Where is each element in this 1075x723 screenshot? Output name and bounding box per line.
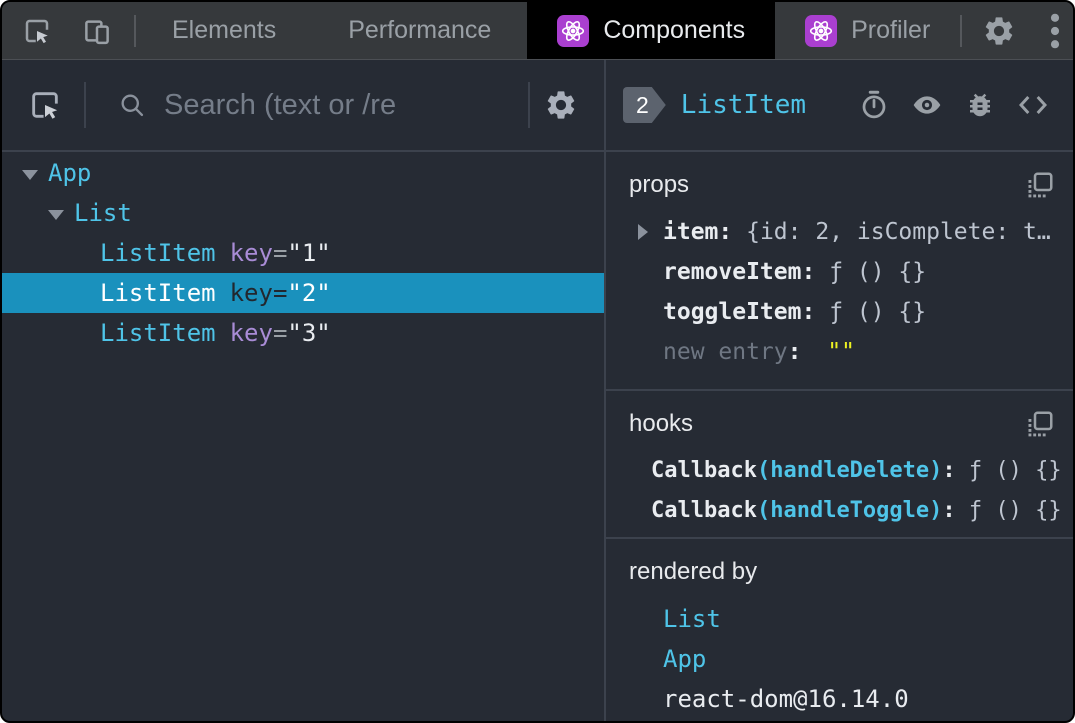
attr-name: key — [229, 319, 273, 347]
copy-props-icon[interactable] — [1025, 170, 1055, 200]
tab-elements[interactable]: Elements — [136, 2, 312, 59]
attr-value: "3" — [287, 319, 331, 347]
tree-row-app[interactable]: App — [2, 153, 604, 193]
prop-row-toggleitem[interactable]: toggleItem: ƒ () {} — [629, 292, 1073, 332]
component-tree: App List ListItem key="1" ListItem key="… — [2, 152, 604, 353]
components-tree-panel: App List ListItem key="1" ListItem key="… — [2, 60, 606, 721]
component-name: ListItem — [100, 239, 216, 267]
toolbar-divider — [960, 14, 963, 47]
attr-value: "2" — [287, 279, 331, 307]
props-section-title: props — [629, 171, 690, 198]
suspense-stopwatch-icon[interactable] — [859, 90, 889, 120]
prop-colon: : — [787, 339, 816, 365]
copy-hooks-icon[interactable] — [1025, 409, 1055, 439]
tree-row-listitem-1[interactable]: ListItem key="1" — [2, 233, 604, 273]
hook-callback-name: (handleToggle) — [756, 497, 943, 523]
tree-row-listitem-2-selected[interactable]: ListItem key="2" — [2, 273, 604, 313]
attr-value: "1" — [287, 239, 331, 267]
prop-value: ƒ () {} — [829, 299, 927, 325]
prop-name: item — [663, 219, 719, 245]
attr-equals: = — [272, 319, 288, 347]
expand-arrow-icon[interactable] — [48, 210, 64, 220]
selected-component-name: ListItem — [680, 90, 807, 120]
hook-row-handletoggle[interactable]: Callback (handleToggle): ƒ () {} — [629, 491, 1073, 529]
hooks-section-title: hooks — [629, 410, 694, 437]
react-atom-icon — [805, 14, 838, 47]
inspect-element-icon[interactable] — [22, 16, 52, 46]
devtools-body: App List ListItem key="1" ListItem key="… — [2, 60, 1073, 721]
tab-components[interactable]: Components — [527, 2, 776, 59]
prop-colon: : — [801, 299, 830, 325]
prop-row-item[interactable]: item: {id: 2, isComplete: t… — [629, 212, 1073, 252]
prop-value: ƒ () {} — [829, 259, 927, 285]
prop-name: removeItem — [663, 259, 802, 285]
hook-value: ƒ () {} — [968, 497, 1062, 523]
hook-value: ƒ () {} — [968, 457, 1062, 483]
key-attribute: key="1" — [230, 239, 331, 267]
expand-arrow-icon[interactable] — [22, 170, 38, 180]
attr-equals: = — [272, 239, 288, 267]
toolbar-divider — [84, 82, 86, 128]
expand-prop-arrow-icon[interactable] — [638, 224, 648, 240]
inspect-dom-eye-icon[interactable] — [911, 89, 943, 121]
hook-name: Callback — [651, 457, 757, 483]
tree-settings-gear-icon[interactable] — [544, 88, 578, 122]
search-icon — [118, 91, 146, 119]
new-entry-label[interactable]: new entry — [663, 339, 788, 365]
tab-performance[interactable]: Performance — [312, 2, 527, 59]
tree-toolbar — [2, 60, 604, 152]
props-section: props item: {id: 2, isComplete: t… remo… — [606, 152, 1073, 391]
component-name: ListItem — [100, 319, 216, 347]
key-attribute: key="2" — [230, 279, 331, 307]
prop-name: toggleItem — [663, 299, 802, 325]
toolbar-divider — [528, 82, 530, 128]
prop-colon: : — [718, 219, 747, 245]
rendered-by-react-dom-version: react-dom@16.14.0 — [663, 685, 909, 713]
key-attribute: key="3" — [230, 319, 331, 347]
attr-name: key — [229, 239, 273, 267]
new-entry-value[interactable]: "" — [827, 339, 855, 365]
more-options-kebab-icon[interactable] — [1050, 13, 1060, 49]
devtools-window: Elements Performance Components Profiler… — [0, 0, 1075, 723]
topbar-right-controls — [960, 2, 1073, 59]
select-element-icon[interactable] — [28, 88, 62, 122]
component-details-panel: 2 ListItem props item: {id: 2, isComple… — [606, 60, 1073, 721]
search-input[interactable] — [162, 87, 528, 123]
tree-row-listitem-3[interactable]: ListItem key="3" — [2, 313, 604, 353]
element-id-badge: 2 — [623, 87, 666, 123]
tab-components-label: Components — [603, 16, 746, 44]
hook-row-handledelete[interactable]: Callback (handleDelete): ƒ () {} — [629, 451, 1073, 489]
device-toolbar-icon[interactable] — [82, 16, 112, 46]
attr-equals: = — [272, 279, 288, 307]
attr-name: key — [229, 279, 273, 307]
tab-profiler[interactable]: Profiler — [775, 2, 960, 59]
hooks-section: hooks Callback (handleDelete): ƒ () {} … — [606, 391, 1073, 539]
hook-colon: : — [942, 457, 969, 483]
component-name: ListItem — [100, 279, 216, 307]
rendered-by-link-app[interactable]: App — [663, 639, 1073, 679]
view-source-brackets-icon[interactable] — [1017, 89, 1049, 121]
component-name: App — [48, 159, 92, 187]
react-atom-icon — [557, 14, 590, 47]
rendered-by-title: rendered by — [629, 558, 758, 585]
details-header-actions — [859, 89, 1049, 121]
hook-callback-name: (handleDelete) — [756, 457, 943, 483]
devtools-tab-bar: Elements Performance Components Profiler — [2, 2, 1073, 60]
prop-row-removeitem[interactable]: removeItem: ƒ () {} — [629, 252, 1073, 292]
settings-gear-icon[interactable] — [982, 14, 1016, 48]
prop-row-new-entry[interactable]: new entry: "" — [629, 332, 1073, 372]
hook-colon: : — [942, 497, 969, 523]
rendered-by-link-list[interactable]: List — [663, 599, 1073, 639]
prop-value: {id: 2, isComplete: t… — [746, 219, 1051, 245]
tree-row-list[interactable]: List — [2, 193, 604, 233]
component-name: List — [74, 199, 132, 227]
details-header: 2 ListItem — [606, 60, 1073, 152]
tab-profiler-label: Profiler — [851, 16, 931, 44]
log-to-console-bug-icon[interactable] — [965, 90, 995, 120]
hook-name: Callback — [651, 497, 757, 523]
rendered-by-section: rendered by List App react-dom@16.14.0 — [606, 539, 1073, 721]
prop-colon: : — [801, 259, 830, 285]
